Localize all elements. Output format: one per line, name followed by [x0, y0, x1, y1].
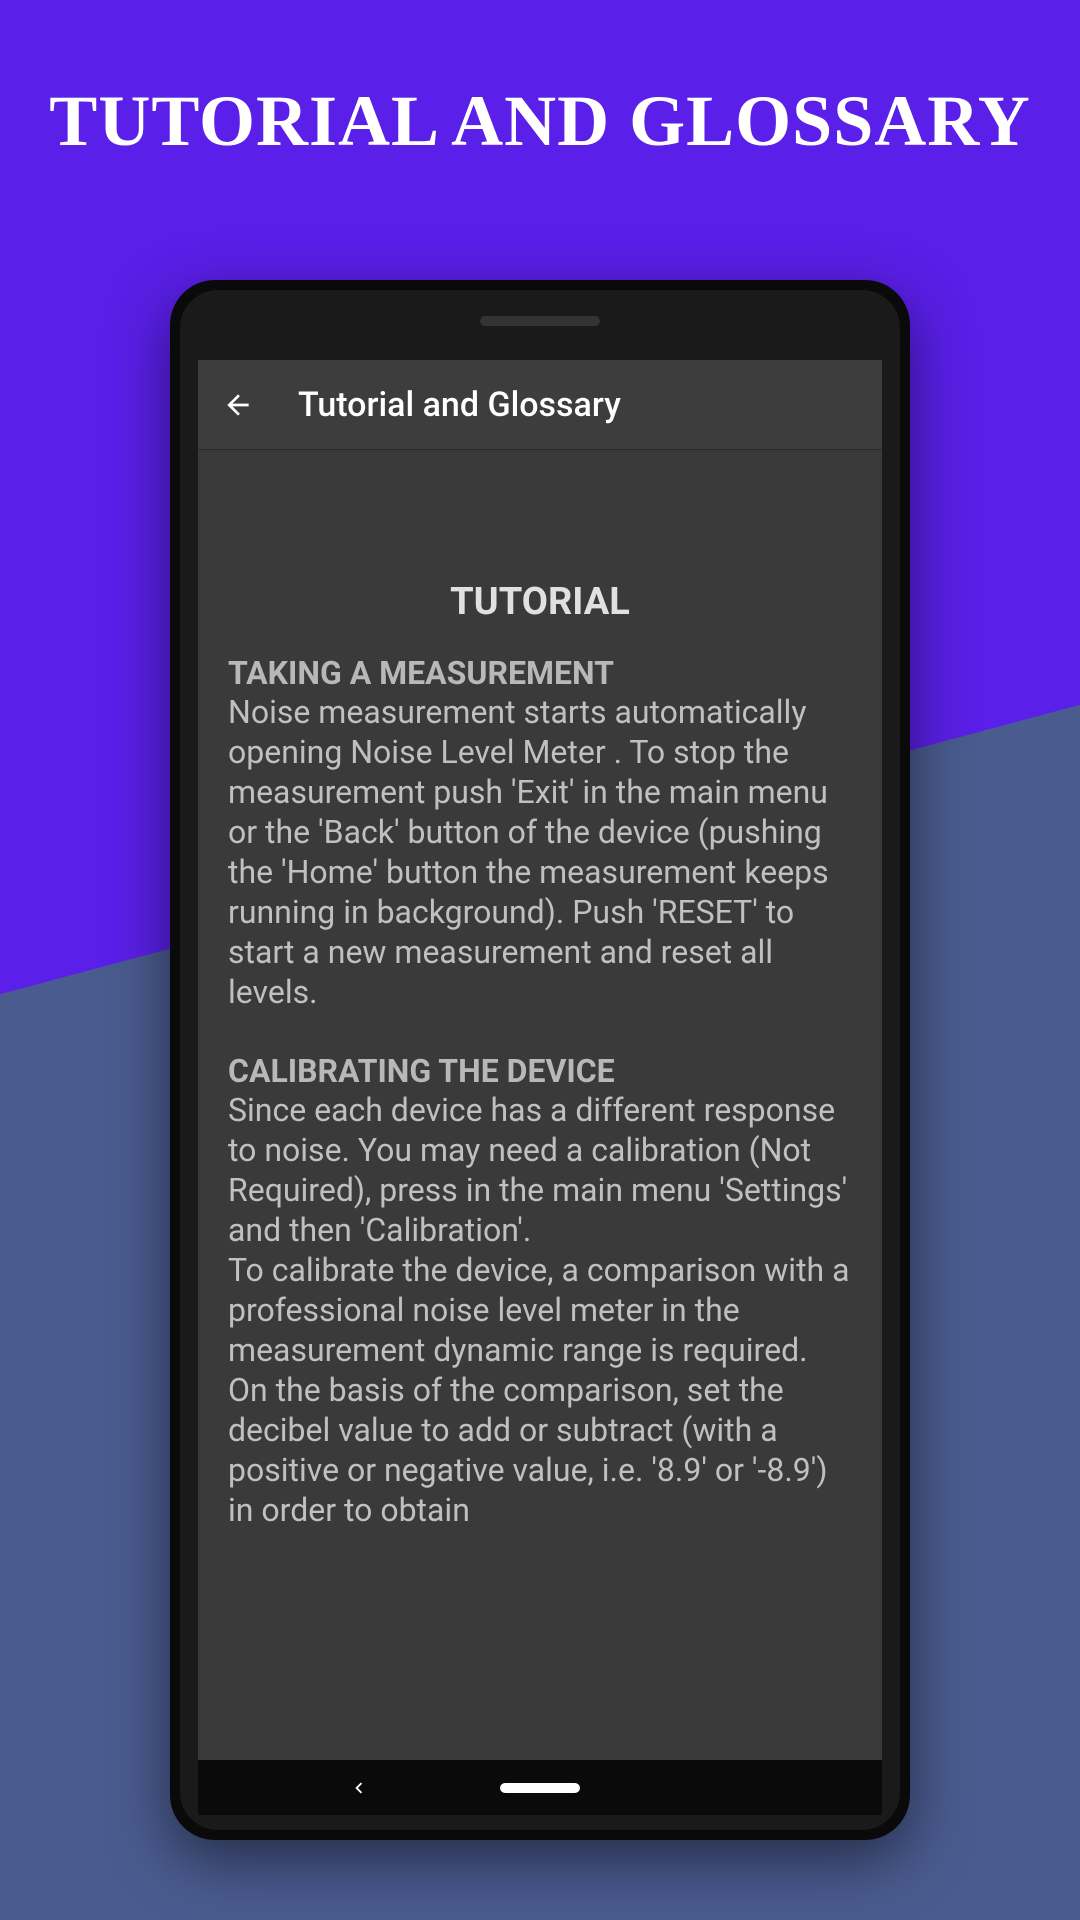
system-home-button[interactable] — [500, 1783, 580, 1793]
back-arrow-icon — [222, 389, 254, 421]
phone-screen: Tutorial and Glossary TUTORIAL TAKING A … — [198, 360, 882, 1760]
system-back-button[interactable] — [339, 1768, 379, 1808]
page-title: TUTORIAL AND GLOSSARY — [0, 0, 1080, 163]
system-nav-bar — [198, 1760, 882, 1815]
phone-inner: Tutorial and Glossary TUTORIAL TAKING A … — [180, 290, 900, 1830]
body-text-measurement: Noise measurement starts automatically o… — [228, 692, 852, 1012]
subsection-title-calibrating: CALIBRATING THE DEVICE — [228, 1052, 852, 1090]
app-bar: Tutorial and Glossary — [198, 360, 882, 450]
chevron-left-icon — [348, 1777, 370, 1799]
phone-speaker — [480, 316, 600, 326]
subsection-title-measurement: TAKING A MEASUREMENT — [228, 654, 852, 692]
body-text-calibrating: Since each device has a different respon… — [228, 1090, 852, 1530]
app-bar-title: Tutorial and Glossary — [298, 385, 621, 425]
back-button[interactable] — [218, 385, 258, 425]
section-title-tutorial: TUTORIAL — [228, 580, 852, 624]
content-area[interactable]: TUTORIAL TAKING A MEASUREMENT Noise meas… — [198, 450, 882, 1760]
phone-mockup-frame: Tutorial and Glossary TUTORIAL TAKING A … — [170, 280, 910, 1840]
